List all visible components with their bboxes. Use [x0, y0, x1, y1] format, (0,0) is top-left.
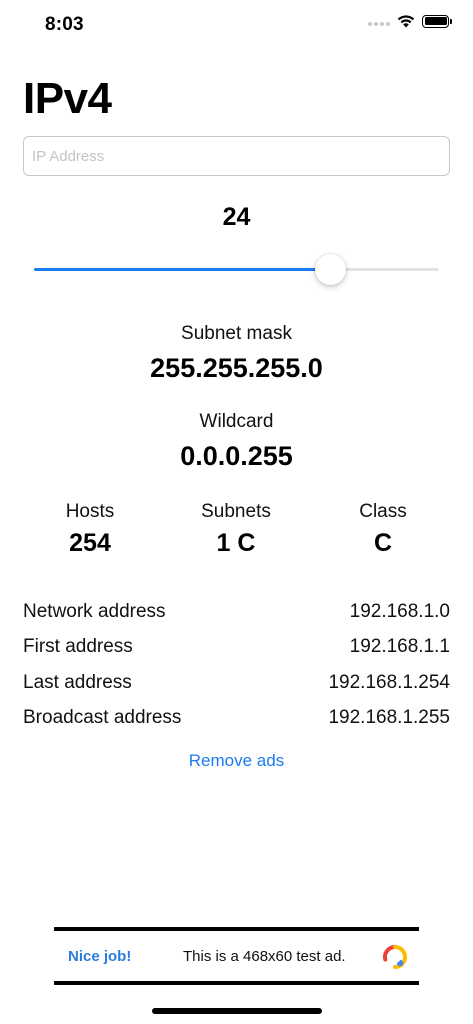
address-value: 192.168.1.0 — [349, 600, 450, 622]
address-value: 192.168.1.255 — [328, 707, 450, 729]
slider-track-fill — [34, 268, 330, 271]
address-row-network: Network address 192.168.1.0 — [23, 594, 450, 630]
home-indicator — [152, 1008, 322, 1014]
ad-label: Nice job! — [68, 947, 132, 965]
remove-ads-button[interactable]: Remove ads — [0, 751, 473, 771]
subnets-stat: Subnets 1 C — [161, 501, 311, 558]
wildcard-value: 0.0.0.255 — [180, 441, 293, 471]
status-icons — [368, 14, 452, 28]
address-label: Network address — [23, 600, 166, 622]
prefix-length-value: 24 — [222, 203, 251, 231]
address-row-first: First address 192.168.1.1 — [23, 630, 450, 666]
battery-icon — [422, 14, 452, 28]
wifi-icon — [397, 15, 415, 28]
hosts-value: 254 — [69, 529, 111, 557]
subnets-label: Subnets — [201, 501, 271, 522]
hosts-stat: Hosts 254 — [15, 501, 165, 558]
subnet-mask-value: 255.255.255.0 — [150, 353, 323, 383]
class-label: Class — [359, 501, 407, 522]
signal-icon — [368, 16, 390, 26]
subnet-mask-label: Subnet mask — [181, 323, 292, 344]
address-row-last: Last address 192.168.1.254 — [23, 665, 450, 701]
class-value: C — [373, 529, 393, 557]
prefix-slider[interactable] — [34, 254, 439, 286]
page-title: IPv4 — [23, 74, 112, 123]
class-stat: Class C — [308, 501, 458, 558]
ad-logo-icon — [383, 945, 407, 969]
address-label: Broadcast address — [23, 707, 182, 729]
wildcard-label: Wildcard — [199, 411, 274, 432]
status-time: 8:03 — [45, 14, 84, 35]
address-value: 192.168.1.1 — [349, 636, 450, 658]
address-label: Last address — [23, 671, 132, 693]
address-label: First address — [23, 636, 133, 658]
ad-banner[interactable]: Nice job! This is a 468x60 test ad. — [54, 927, 419, 985]
address-list: Network address 192.168.1.0 First addres… — [23, 594, 450, 736]
address-value: 192.168.1.254 — [328, 671, 450, 693]
address-row-broadcast: Broadcast address 192.168.1.255 — [23, 701, 450, 737]
ad-text: This is a 468x60 test ad. — [183, 947, 346, 965]
ip-address-input[interactable] — [23, 136, 450, 176]
subnets-value: 1 C — [216, 529, 256, 557]
screen: 8:03 IPv4 24 Subnet mask 255.255.255.0 W… — [0, 0, 473, 1024]
hosts-label: Hosts — [65, 501, 115, 522]
slider-thumb[interactable] — [315, 254, 346, 285]
